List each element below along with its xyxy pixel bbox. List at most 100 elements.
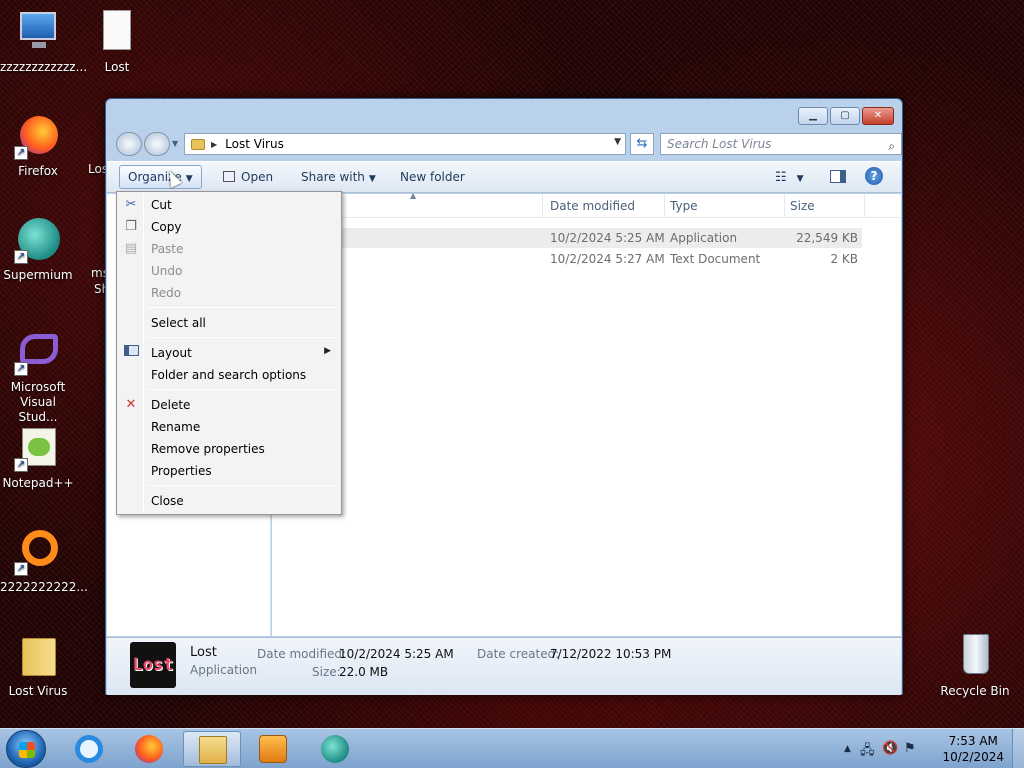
start-button[interactable]	[6, 730, 46, 768]
menu-item-folder-options[interactable]: Folder and search options	[119, 364, 339, 386]
taskbar-media-player[interactable]	[244, 731, 302, 767]
details-date-created-label: Date created:	[477, 647, 560, 661]
show-desktop-button[interactable]	[1012, 729, 1024, 768]
desktop-icon-computer[interactable]: zzzzzzzzzzzz...	[0, 8, 88, 75]
share-with-button[interactable]: Share with ▼	[301, 170, 376, 184]
breadcrumb-lost-virus[interactable]: Lost Virus	[225, 137, 284, 151]
help-button[interactable]: ?	[865, 167, 883, 185]
preview-pane-button[interactable]	[830, 170, 846, 186]
recent-pages-dropdown[interactable]: ▼	[172, 139, 178, 148]
breadcrumb-arrow-icon[interactable]: ▶	[211, 140, 217, 149]
details-date-modified-label: Date modified:	[257, 647, 347, 661]
computer-icon	[14, 8, 62, 56]
file-type: Application	[670, 231, 738, 245]
desktop-icon-recycle-bin[interactable]: Recycle Bin	[937, 632, 1013, 699]
menu-item-redo: Redo	[119, 282, 339, 304]
forward-button[interactable]	[144, 132, 170, 156]
desktop-icon-supermium[interactable]: ↗ Supermium	[0, 216, 76, 283]
taskbar-firefox[interactable]	[120, 731, 178, 767]
action-center-flag-icon[interactable]: ⚑	[904, 741, 916, 756]
desktop-icon-visual-studio[interactable]: ↗ Microsoft Visual Stud...	[0, 328, 76, 425]
back-button[interactable]	[116, 132, 142, 156]
search-placeholder: Search Lost Virus	[667, 137, 772, 151]
column-divider[interactable]	[542, 194, 543, 218]
desktop-icon-label: 2222222222...	[0, 580, 88, 594]
menu-item-select-all[interactable]: Select all	[119, 312, 339, 334]
desktop-icon-2222[interactable]: ↗ 2222222222...	[0, 528, 88, 595]
menu-item-layout[interactable]: Layout ▶	[119, 342, 339, 364]
clock[interactable]: 7:53 AM 10/2/2024	[942, 733, 1004, 765]
column-divider[interactable]	[664, 194, 665, 218]
internet-explorer-icon	[75, 735, 103, 763]
menu-item-rename[interactable]: Rename	[119, 416, 339, 438]
scissors-icon: ✂	[125, 197, 137, 212]
notepadpp-icon: ↗	[14, 424, 62, 472]
menu-item-label: Copy	[151, 220, 182, 234]
organize-button[interactable]: Organize ▼	[119, 165, 202, 189]
text-file-icon	[93, 8, 141, 56]
copy-icon: ❐	[125, 219, 137, 234]
clock-date: 10/2/2024	[942, 750, 1004, 764]
menu-item-label: Select all	[151, 316, 206, 330]
file-thumbnail: Lost	[130, 642, 176, 688]
column-divider[interactable]	[784, 194, 785, 218]
column-date-modified[interactable]: Date modified	[550, 199, 635, 213]
taskbar-explorer[interactable]	[183, 731, 241, 767]
desktop-icon-label: Supermium	[3, 268, 73, 282]
table-row[interactable]: 10/2/2024 5:25 AM Application 22,549 KB	[272, 228, 862, 248]
open-icon	[223, 171, 235, 182]
address-bar[interactable]: ▶ Lost Virus ▼	[184, 133, 626, 155]
refresh-button[interactable]: ⇆	[630, 133, 654, 155]
search-input[interactable]: Search Lost Virus ⌕	[660, 133, 902, 155]
file-type: Text Document	[670, 252, 761, 266]
column-divider[interactable]	[864, 194, 865, 218]
menu-item-remove-properties[interactable]: Remove properties	[119, 438, 339, 460]
menu-item-label: Folder and search options	[151, 368, 307, 382]
menu-item-close[interactable]: Close	[119, 490, 339, 512]
column-type[interactable]: Type	[670, 199, 698, 213]
details-size-label: Size:	[312, 665, 341, 679]
file-size: 2 KB	[830, 252, 858, 266]
search-icon[interactable]: ⌕	[888, 136, 895, 156]
desktop-icon-notepadpp[interactable]: ↗ Notepad++	[0, 424, 76, 491]
menu-separator	[147, 337, 337, 338]
maximize-button[interactable]: ▢	[830, 107, 860, 125]
menu-item-properties[interactable]: Properties	[119, 460, 339, 482]
folder-icon	[191, 138, 205, 150]
desktop-icon-firefox[interactable]: ↗ Firefox	[0, 112, 76, 179]
table-row[interactable]: 10/2/2024 5:27 AM Text Document 2 KB	[272, 249, 862, 269]
taskbar-internet-explorer[interactable]	[60, 731, 118, 767]
firefox-icon	[135, 735, 163, 763]
clock-time: 7:53 AM	[948, 734, 998, 748]
menu-item-label: Cut	[151, 198, 172, 212]
preview-pane-icon	[830, 170, 846, 183]
menu-separator	[147, 307, 337, 308]
menu-item-cut[interactable]: ✂ Cut	[119, 194, 339, 216]
show-hidden-icons-icon[interactable]: ▲	[844, 744, 851, 754]
address-dropdown-icon[interactable]: ▼	[614, 137, 621, 147]
taskbar-supermium[interactable]	[306, 731, 364, 767]
desktop-icon-lost[interactable]: Lost	[79, 8, 155, 75]
details-pane: Lost Lost Application Date modified: 10/…	[107, 637, 901, 695]
change-view-button[interactable]: ☷ ▼	[775, 170, 804, 185]
desktop-icon-lost-virus-folder[interactable]: Lost Virus	[0, 632, 76, 699]
menu-item-delete[interactable]: ✕ Delete	[119, 394, 339, 416]
close-button[interactable]: ✕	[862, 107, 894, 125]
command-bar: Organize ▼ Open Share with ▼ New folder ☷ ▼…	[107, 161, 901, 193]
share-with-label: Share with	[301, 170, 365, 184]
new-folder-button[interactable]: New folder	[400, 170, 465, 184]
open-button[interactable]: Open	[223, 170, 273, 184]
menu-item-undo: Undo	[119, 260, 339, 282]
details-date-created: 7/12/2022 10:53 PM	[550, 647, 672, 661]
details-file-type: Application	[190, 663, 258, 677]
recycle-bin-icon	[951, 632, 999, 680]
desktop-icon-label: zzzzzzzzzzzz...	[0, 60, 88, 74]
menu-item-copy[interactable]: ❐ Copy	[119, 216, 339, 238]
minimize-button[interactable]: ▁	[798, 107, 828, 125]
column-size[interactable]: Size	[790, 199, 815, 213]
menu-item-label: Remove properties	[151, 442, 265, 456]
volume-muted-icon[interactable]: 🔇	[882, 741, 898, 756]
network-icon[interactable]: 🖧	[860, 741, 875, 763]
help-icon: ?	[865, 167, 883, 185]
windows-logo-icon	[19, 742, 35, 758]
